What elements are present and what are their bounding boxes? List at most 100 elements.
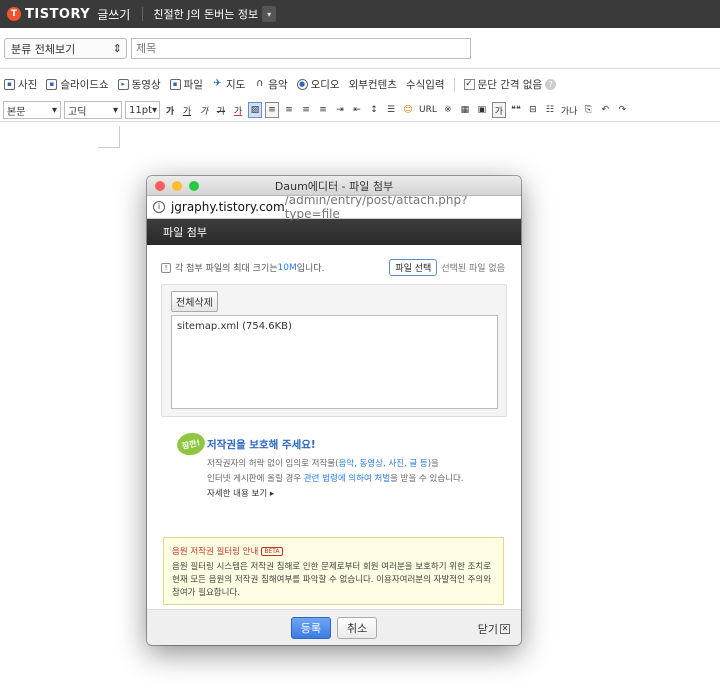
attach-formula-button[interactable]: 수식입력 — [406, 77, 445, 92]
redo-button[interactable]: ↷ — [615, 102, 629, 118]
outdent-button[interactable]: ⇤ — [350, 102, 364, 118]
font-box-button[interactable]: 가 — [491, 102, 506, 118]
editor-body[interactable] — [98, 126, 120, 148]
attach-map-button[interactable]: ✈ 지도 — [212, 77, 245, 92]
attach-video-button[interactable]: ▸ 동영상 — [117, 77, 161, 92]
list-item[interactable]: sitemap.xml (754.6KB) — [177, 321, 492, 332]
slideshow-icon: ▪ — [46, 79, 58, 90]
audio-icon: ● — [296, 79, 308, 90]
horizontal-line-button[interactable]: ⊟ — [526, 102, 540, 118]
underline-button[interactable]: 가 — [180, 102, 194, 118]
line-height-button[interactable]: ↕ — [367, 102, 381, 118]
font-select[interactable]: 고딕 ▾ — [64, 101, 122, 119]
dialog-body: ! 각 첨부 파일의 최대 크기는 10M 입니다. 파일 선택 선택된 파일 … — [147, 245, 521, 609]
font-value: 고딕 — [68, 106, 87, 118]
copyright-line1: 저작권자의 허락 없이 임의로 저작물( — [207, 459, 339, 469]
font-size-value: 11pt — [129, 104, 152, 116]
notice-icon: ! — [161, 262, 171, 273]
attach-audio-button[interactable]: ● 오디오 — [296, 77, 340, 92]
italic-button[interactable]: 가 — [197, 102, 211, 118]
chevron-down-icon: ▾ — [267, 9, 272, 19]
choose-file-button[interactable]: 파일 선택 — [389, 259, 438, 276]
attach-music-button[interactable]: ∩ 음악 — [254, 77, 288, 92]
title-input[interactable] — [131, 38, 471, 59]
undo-button[interactable]: ↶ — [598, 102, 612, 118]
table-button[interactable]: ▦ — [458, 102, 472, 118]
highlight-icon: ▨ — [250, 105, 260, 115]
copyright-line1-end: )을 — [427, 459, 439, 469]
file-icon: ▪ — [169, 79, 181, 90]
select-arrow-icon: ⇕ — [112, 42, 122, 55]
font-size-select[interactable]: 11pt ▾ — [125, 101, 160, 119]
register-button[interactable]: 등록 — [290, 616, 331, 639]
url-button[interactable]: URL — [418, 102, 438, 118]
format-toolbar: 본문 ▾ 고딕 ▾ 11pt ▾ 가 가 가 가 가 ▨ ≡ ≡ ≡ ≡ ⇥ ⇤ ↕ … — [3, 101, 629, 119]
quote-button[interactable]: ❝❝ — [509, 102, 523, 118]
copyright-law-link[interactable]: 관련 법령에 의하여 처벌 — [304, 474, 390, 484]
attach-video-label: 동영상 — [131, 79, 161, 91]
divider — [0, 68, 720, 69]
special-char-button[interactable]: ※ — [441, 102, 455, 118]
url-bar[interactable]: i jgraphy.tistory.com/admin/entry/post/a… — [147, 193, 521, 221]
checkbox[interactable]: ✓ — [463, 79, 475, 90]
info-icon[interactable]: i — [153, 201, 165, 213]
help-icon[interactable]: ? — [545, 79, 557, 90]
align-center-button[interactable]: ≡ — [282, 102, 296, 118]
page-title: 글쓰기 — [97, 7, 131, 22]
strikethrough-button[interactable]: 가 — [214, 102, 228, 118]
attach-map-label: 지도 — [225, 79, 246, 91]
top-bar: T TISTORY 글쓰기 친절한 J의 돈버는 정보 ▾ — [0, 0, 720, 28]
attach-toolbar: ▪ 사진 ▪ 슬라이드쇼 ▸ 동영상 ▪ 파일 ✈ 지도 ∩ 음악 ● 오디오 외부컨텐츠 수… — [4, 77, 557, 92]
blog-name[interactable]: 친절한 J의 돈버는 정보 — [153, 6, 258, 22]
attach-music-label: 음악 — [268, 79, 288, 91]
dialog-titlebar[interactable]: Daum에디터 - 파일 첨부 — [147, 176, 521, 196]
copy-button[interactable]: ⎘ — [581, 102, 595, 118]
attach-file-button[interactable]: ▪ 파일 — [169, 77, 203, 92]
category-select[interactable]: 분류 전체보기 ⇕ — [4, 38, 127, 59]
file-list[interactable]: sitemap.xml (754.6KB) — [171, 315, 498, 409]
attach-formula-label: 수식입력 — [405, 79, 445, 91]
box-button[interactable]: ▣ — [475, 102, 489, 118]
video-icon: ▸ — [117, 79, 129, 90]
align-left-button[interactable]: ≡ — [265, 102, 279, 118]
url-host: jgraphy.tistory.com — [170, 200, 285, 214]
align-right-button[interactable]: ≡ — [299, 102, 313, 118]
paragraph-style-select[interactable]: 본문 ▾ — [3, 101, 61, 119]
delete-all-button[interactable]: 전체삭제 — [171, 291, 218, 312]
copyright-line2-end: 을 받을 수 있습니다. — [390, 474, 464, 484]
copyright-title: 저작권을 보호해 주세요! — [207, 439, 316, 451]
chevron-down-icon: ▾ — [112, 104, 118, 116]
attach-external-label: 외부컨텐츠 — [348, 79, 397, 91]
emoticon-button[interactable]: ☺ — [401, 102, 415, 118]
text-color-button[interactable]: 가 — [231, 102, 245, 118]
limit-prefix: 각 첨부 파일의 최대 크기는 — [175, 264, 278, 274]
chevron-down-icon: ▾ — [152, 104, 158, 116]
blog-dropdown-button[interactable]: ▾ — [262, 6, 277, 22]
close-button[interactable]: 닫기 ✕ — [478, 621, 510, 637]
more-button[interactable]: ☷ — [543, 102, 557, 118]
beta-badge: BETA — [261, 546, 283, 556]
indent-button[interactable]: ⇥ — [333, 102, 347, 118]
attach-slideshow-button[interactable]: ▪ 슬라이드쇼 — [46, 77, 109, 92]
bold-button[interactable]: 가 — [163, 102, 177, 118]
spellcheck-button[interactable]: 가나 — [560, 102, 579, 118]
dialog-footer: 등록 취소 닫기 ✕ — [147, 609, 521, 645]
attach-audio-label: 오디오 — [310, 79, 340, 91]
photo-icon: ▪ — [4, 79, 15, 90]
file-attach-dialog: Daum에디터 - 파일 첨부 i jgraphy.tistory.com/ad… — [147, 176, 521, 645]
divider — [142, 7, 144, 21]
tistory-logo-icon[interactable]: T — [7, 7, 21, 21]
copyright-more-link[interactable]: 자세한 내용 보기 ▸ — [207, 487, 274, 499]
list-button[interactable]: ☰ — [384, 102, 398, 118]
category-select-value: 분류 전체보기 — [11, 42, 76, 56]
background-color-button[interactable]: ▨ — [248, 102, 262, 118]
attach-photo-button[interactable]: ▪ 사진 — [4, 77, 37, 92]
headphones-icon: ∩ — [256, 78, 264, 89]
align-justify-button[interactable]: ≡ — [316, 102, 330, 118]
paragraph-spacing-toggle[interactable]: ✓ 문단 간격 없음? — [463, 77, 557, 92]
cancel-button[interactable]: 취소 — [337, 616, 378, 639]
attach-external-button[interactable]: 외부컨텐츠 — [349, 77, 397, 92]
tistory-logo[interactable]: TISTORY — [25, 7, 90, 22]
attach-slideshow-label: 슬라이드쇼 — [60, 79, 109, 91]
notice-text: 음원 필터링 시스템은 저작권 침해로 인한 문제로부터 회원 여러분을 보호하… — [172, 562, 492, 598]
